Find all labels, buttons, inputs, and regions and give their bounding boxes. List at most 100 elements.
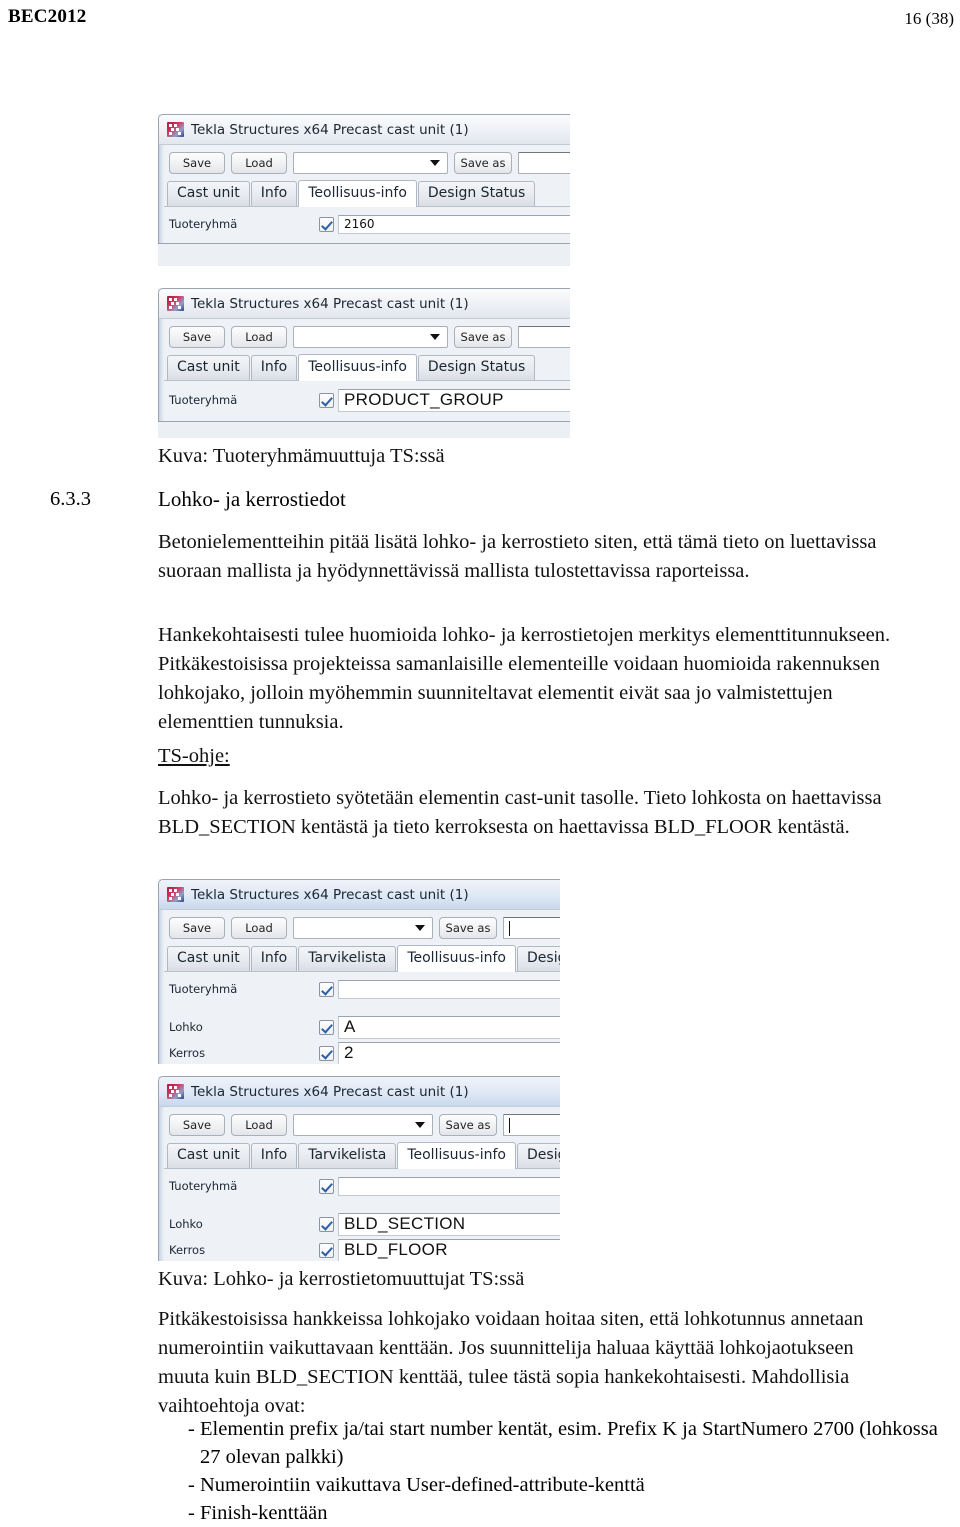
dialog-title: Tekla Structures x64 Precast cast unit (… (191, 295, 469, 312)
bullet-dash: - (188, 1474, 195, 1496)
load-button[interactable]: Load (231, 1114, 287, 1136)
field-row-lohko: Lohko A (159, 1014, 560, 1040)
attribute-file-combo[interactable] (293, 152, 448, 174)
field-value-input[interactable] (338, 979, 560, 999)
dialog-panel: Tuoteryhmä Lohko A Kerros 2 (159, 972, 560, 1064)
save-as-name-input[interactable] (518, 326, 570, 348)
list-item: - Finish-kenttään (158, 1499, 960, 1527)
tekla-logo-icon (167, 122, 184, 137)
field-checkbox[interactable] (319, 1216, 334, 1232)
tab-tarvikelista[interactable]: Tarvikelista (298, 946, 397, 971)
save-as-name-input[interactable] (503, 917, 560, 939)
field-label: Tuoteryhmä (169, 393, 238, 407)
tab-teollisuus-info[interactable]: Teollisuus-info (397, 945, 516, 972)
field-row-tuoteryhma: Tuoteryhmä (159, 1175, 560, 1197)
save-button[interactable]: Save (169, 917, 225, 939)
dialog-toolbar: Save Load Save as (159, 319, 570, 354)
tekla-dialog-3[interactable]: Tekla Structures x64 Precast cast unit (… (158, 879, 560, 1064)
field-checkbox[interactable] (319, 216, 334, 232)
save-button[interactable]: Save (169, 152, 225, 174)
tab-info[interactable]: Info (250, 181, 298, 206)
dialog-title: Tekla Structures x64 Precast cast unit (… (191, 886, 469, 903)
chevron-down-icon (430, 334, 440, 340)
dialog-title: Tekla Structures x64 Precast cast unit (… (191, 121, 469, 138)
save-as-name-input[interactable] (518, 152, 570, 174)
field-value-input[interactable]: BLD_FLOOR (338, 1238, 560, 1261)
dialog-tabstrip: Cast unit Info Teollisuus-info Design St… (159, 180, 570, 207)
field-row-tuoteryhma: Tuoteryhmä PRODUCT_GROUP (159, 387, 570, 413)
dialog-tabstrip: Cast unit Info Tarvikelista Teollisuus-i… (159, 945, 560, 972)
dialog-title: Tekla Structures x64 Precast cast unit (… (191, 1083, 469, 1100)
field-value-input[interactable]: PRODUCT_GROUP (338, 388, 570, 412)
tab-info[interactable]: Info (250, 946, 298, 971)
tab-cast-unit[interactable]: Cast unit (167, 181, 250, 206)
field-value-input[interactable]: BLD_SECTION (338, 1212, 560, 1236)
dialog-titlebar: Tekla Structures x64 Precast cast unit (… (159, 115, 570, 145)
save-as-button[interactable]: Save as (439, 917, 497, 939)
tekla-logo-icon (167, 887, 184, 902)
tab-info[interactable]: Info (250, 355, 298, 380)
tab-cast-unit[interactable]: Cast unit (167, 946, 250, 971)
save-as-name-input[interactable] (503, 1114, 560, 1136)
figure-tuoteryhma-product-group: Tekla Structures x64 Precast cast unit (… (158, 288, 570, 438)
field-value-input[interactable]: 2 (338, 1041, 560, 1064)
tab-teollisuus-info[interactable]: Teollisuus-info (298, 354, 417, 381)
figure-lohko-kerros-values: Tekla Structures x64 Precast cast unit (… (158, 879, 560, 1064)
tab-design-status[interactable]: Design Status (517, 1143, 560, 1168)
field-value-input[interactable]: 2160 (338, 214, 570, 234)
save-as-button[interactable]: Save as (454, 152, 512, 174)
field-value-input[interactable] (338, 1176, 560, 1196)
options-bullet-list: - Elementin prefix ja/tai start number k… (158, 1415, 960, 1527)
attribute-file-combo[interactable] (293, 1114, 433, 1136)
attribute-file-combo[interactable] (293, 917, 433, 939)
field-label: Kerros (169, 1046, 206, 1060)
tab-teollisuus-info[interactable]: Teollisuus-info (397, 1142, 516, 1169)
field-row-tuoteryhma: Tuoteryhmä (159, 978, 560, 1000)
save-as-button[interactable]: Save as (439, 1114, 497, 1136)
save-as-button[interactable]: Save as (454, 326, 512, 348)
tab-cast-unit[interactable]: Cast unit (167, 355, 250, 380)
load-button[interactable]: Load (231, 152, 287, 174)
text-caret (509, 1118, 510, 1133)
tab-info[interactable]: Info (250, 1143, 298, 1168)
tab-design-status[interactable]: Design Status (517, 946, 560, 971)
dialog-panel: Tuoteryhmä 2160 (159, 207, 570, 243)
tekla-dialog-1[interactable]: Tekla Structures x64 Precast cast unit (… (158, 114, 570, 244)
field-label: Lohko (169, 1217, 203, 1231)
field-checkbox[interactable] (319, 1045, 334, 1061)
load-button[interactable]: Load (231, 917, 287, 939)
dialog-titlebar: Tekla Structures x64 Precast cast unit (… (159, 289, 570, 319)
figure-tuoteryhma-2160: Tekla Structures x64 Precast cast unit (… (158, 114, 570, 266)
field-row-kerros: Kerros 2 (159, 1040, 560, 1064)
tab-design-status[interactable]: Design Status (417, 181, 536, 206)
dialog-left-edge (159, 910, 164, 1064)
field-value-input[interactable]: A (338, 1015, 560, 1039)
figure-lohko-kerros-attributes: Tekla Structures x64 Precast cast unit (… (158, 1076, 560, 1261)
row-spacer (159, 1000, 560, 1014)
field-checkbox[interactable] (319, 981, 334, 997)
tekla-dialog-4[interactable]: Tekla Structures x64 Precast cast unit (… (158, 1076, 560, 1261)
attribute-file-combo[interactable] (293, 326, 448, 348)
field-checkbox[interactable] (319, 1242, 334, 1258)
tab-tarvikelista[interactable]: Tarvikelista (298, 1143, 397, 1168)
save-button[interactable]: Save (169, 326, 225, 348)
field-checkbox[interactable] (319, 1019, 334, 1035)
load-button[interactable]: Load (231, 326, 287, 348)
tab-design-status[interactable]: Design Status (417, 355, 536, 380)
chevron-down-icon (415, 925, 425, 931)
field-row-kerros: Kerros BLD_FLOOR (159, 1237, 560, 1261)
field-checkbox[interactable] (319, 1178, 334, 1194)
tab-teollisuus-info[interactable]: Teollisuus-info (298, 180, 417, 207)
dialog-left-edge (159, 145, 164, 243)
bullet-dash: - (188, 1418, 195, 1440)
tab-cast-unit[interactable]: Cast unit (167, 1143, 250, 1168)
list-item: - Elementin prefix ja/tai start number k… (158, 1415, 960, 1471)
bullet-text: Finish-kenttään (200, 1502, 328, 1524)
document-code: BEC2012 (8, 6, 87, 27)
dialog-toolbar: Save Load Save as (159, 1107, 560, 1142)
tekla-dialog-2[interactable]: Tekla Structures x64 Precast cast unit (… (158, 288, 570, 422)
field-checkbox[interactable] (319, 392, 334, 408)
bullet-dash: - (188, 1502, 195, 1524)
tekla-logo-icon (167, 1084, 184, 1099)
save-button[interactable]: Save (169, 1114, 225, 1136)
